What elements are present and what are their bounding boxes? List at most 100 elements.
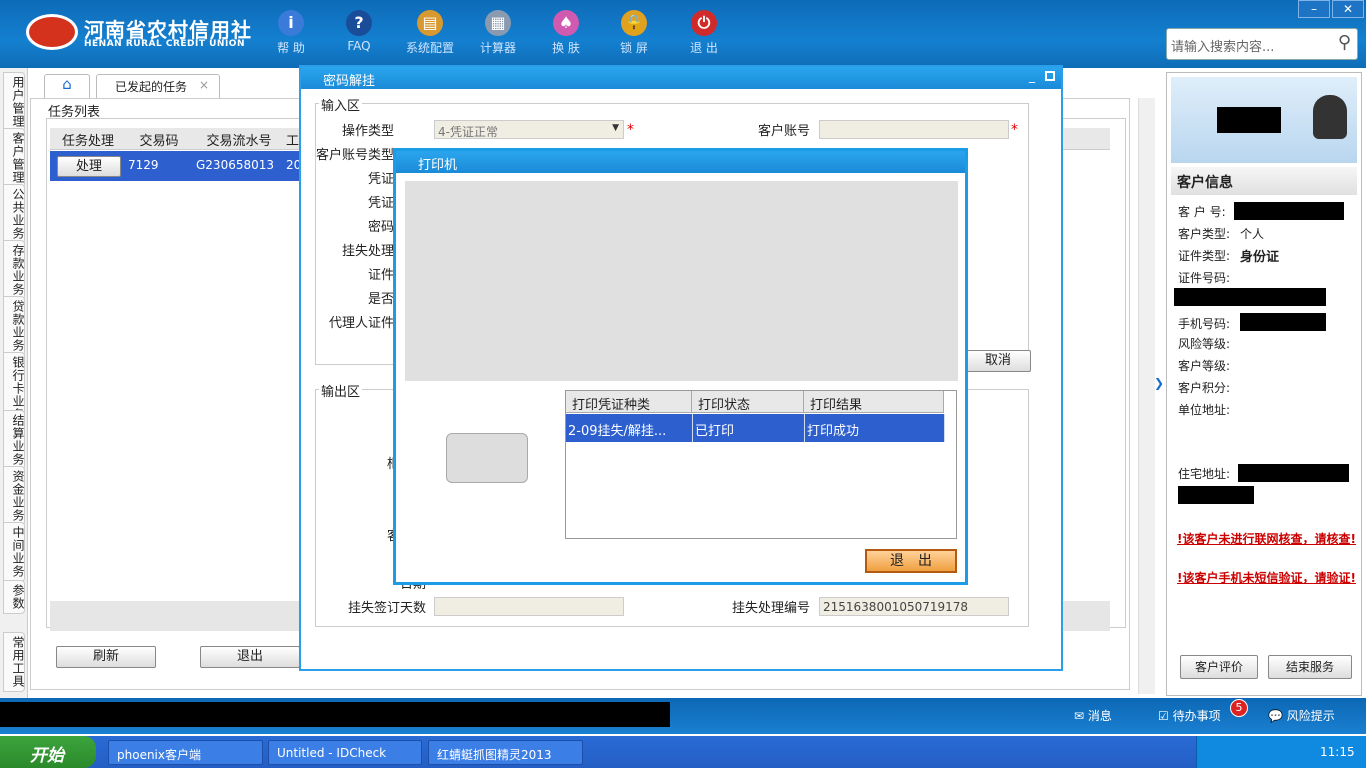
col-header: 打印凭证种类 — [566, 391, 692, 413]
field-label: 挂失处理 — [341, 244, 394, 258]
exit-button[interactable]: 退出 — [200, 646, 300, 668]
print-result-cell[interactable]: 打印成功 — [805, 414, 945, 442]
toolbar-label: 退 出 — [690, 41, 718, 55]
redacted-status — [0, 702, 670, 727]
print-status-cell[interactable]: 已打印 — [693, 414, 805, 442]
op-type-select[interactable]: 4-凭证正常 ▼ — [434, 120, 624, 139]
col-header: 交易流水号 — [206, 134, 272, 149]
message-label: 消息 — [1087, 709, 1112, 723]
expand-panel-icon[interactable]: ❯ — [1154, 376, 1164, 390]
todo-button[interactable]: ☑ 待办事项 — [1158, 707, 1221, 724]
redacted-addr-1 — [1238, 464, 1349, 482]
print-type-cell[interactable]: 2-09挂失/解挂... — [566, 414, 693, 442]
toolbar-button[interactable]: ▦ 计算器 — [464, 6, 532, 62]
taskbar-item-capture[interactable]: 红蜻蜓抓图精灵2013 — [428, 740, 583, 765]
loss-days-input[interactable] — [434, 597, 624, 616]
search-icon[interactable]: ⚲ — [1338, 32, 1351, 53]
redacted-addr-2 — [1178, 486, 1254, 504]
home-tab[interactable]: ⌂ — [44, 74, 90, 98]
toolbar-label: 锁 屏 — [620, 41, 648, 55]
risk-button[interactable]: 💬 风险提示 — [1268, 707, 1335, 724]
todo-count-badge: 5 — [1230, 699, 1248, 717]
printer-titlebar[interactable]: 打印机 — [396, 151, 965, 173]
row-serial: G230658013 — [196, 158, 275, 172]
taskbar-item-label: 红蜻蜓抓图精灵2013 — [437, 748, 552, 762]
customer-panel: 客户信息 客 户 号: 客户类型: 个人 证件类型: 身份证 证件号码: 手机号… — [1166, 72, 1362, 696]
refresh-button[interactable]: 刷新 — [56, 646, 156, 668]
avatar — [1313, 95, 1347, 139]
redacted-name — [1217, 107, 1281, 133]
envelope-icon: ✉ — [1074, 709, 1085, 723]
left-nav-item[interactable]: 参数 — [3, 580, 25, 614]
col-header: 交易码 — [139, 134, 179, 149]
customer-eval-button[interactable]: 客户评价 — [1180, 655, 1258, 679]
field-label: 凭证 — [367, 196, 394, 210]
value-id-type: 身份证 — [1240, 250, 1280, 265]
op-type-value: 4-凭证正常 — [438, 125, 498, 139]
info-icon: i — [278, 10, 304, 36]
search-placeholder: 请输入搜索内容... — [1171, 40, 1275, 55]
toolbar-button[interactable]: ▤ 系统配置 — [396, 6, 464, 62]
printer-exit-button[interactable]: 退 出 — [865, 549, 957, 573]
left-nav-item[interactable]: 资金业务 — [3, 466, 25, 526]
value-cust-type: 个人 — [1240, 227, 1265, 241]
start-button[interactable]: 开始 — [0, 736, 96, 768]
main-scrollbar[interactable] — [1138, 98, 1155, 694]
left-nav-item[interactable]: 公共业务 — [3, 184, 25, 244]
message-button[interactable]: ✉ 消息 — [1074, 707, 1112, 724]
left-nav-item[interactable]: 用户管理 — [3, 72, 25, 132]
cancel-button[interactable]: 取消 — [965, 350, 1031, 372]
toolbar-button[interactable]: 🔒 锁 屏 — [600, 6, 668, 62]
home-icon: ⌂ — [62, 75, 72, 93]
toolbar-button[interactable]: ⏻ 退 出 — [670, 6, 738, 62]
field-label: 代理人证件 — [328, 316, 394, 330]
warn-sms-verify[interactable]: !该客户手机未短信验证，请验证! — [1177, 569, 1357, 587]
toolbar-button[interactable]: ? FAQ — [325, 6, 393, 62]
redacted-phone — [1240, 313, 1326, 331]
dialog-maximize-icon[interactable] — [1045, 71, 1055, 81]
tab-initiated-tasks[interactable]: 已发起的任务 × — [96, 74, 220, 98]
label-level: 客户等级: — [1178, 359, 1231, 373]
label-work-addr: 单位地址: — [1178, 403, 1231, 417]
power-icon: ⏻ — [691, 10, 717, 36]
left-nav-item[interactable]: 客户管理 — [3, 128, 25, 188]
toolbar-button[interactable]: i 帮 助 — [257, 6, 325, 62]
left-nav-item[interactable]: 存款业务 — [3, 240, 25, 300]
label-cust-type: 客户类型: — [1178, 227, 1231, 241]
faq-icon: ? — [346, 10, 372, 36]
left-nav-item[interactable]: 结算业务 — [3, 410, 25, 470]
end-service-button[interactable]: 结束服务 — [1268, 655, 1352, 679]
toolbar-label: 计算器 — [479, 41, 516, 55]
dialog-titlebar[interactable]: 密码解挂 — [301, 67, 1061, 89]
toolbar-label: 帮 助 — [277, 41, 305, 55]
taskbar-item-phoenix[interactable]: phoenix客户端 — [108, 740, 263, 765]
tab-label: 已发起的任务 — [115, 80, 188, 94]
field-label: 是否 — [367, 292, 394, 306]
tab-close-icon[interactable]: × — [199, 78, 209, 92]
search-input[interactable]: 请输入搜索内容... ⚲ — [1166, 28, 1358, 60]
process-button[interactable]: 处理 — [57, 156, 121, 177]
print-result-table: 打印凭证种类 打印状态 打印结果 2-09挂失/解挂... 已打印 打印成功 — [565, 390, 957, 539]
input-section-title: 输入区 — [319, 95, 363, 114]
taskbar-item-label: phoenix客户端 — [117, 748, 201, 762]
taskbar-item-idcheck[interactable]: Untitled - IDCheck — [268, 740, 422, 765]
account-input[interactable] — [819, 120, 1009, 139]
minimize-icon[interactable]: – — [1298, 0, 1330, 18]
close-icon[interactable]: ✕ — [1332, 0, 1364, 18]
left-nav-item[interactable]: 中间业务 — [3, 522, 25, 582]
risk-label: 风险提示 — [1286, 709, 1335, 723]
field-label: 客户账号类型 — [315, 148, 394, 162]
toolbar-label: 系统配置 — [405, 41, 454, 55]
col-header: 打印结果 — [804, 391, 944, 413]
shirt-icon: ♠ — [553, 10, 579, 36]
brand-name-en: HENAN RURAL CREDIT UNION — [84, 39, 245, 49]
dialog-minimize-icon[interactable]: _ — [1029, 69, 1035, 83]
label-risk: 风险等级: — [1178, 337, 1231, 351]
loss-no-input[interactable]: 2151638001050719178 — [819, 597, 1009, 616]
left-nav-item[interactable]: 贷款业务 — [3, 296, 25, 356]
warn-network-check[interactable]: !该客户未进行联网核查，请核查! — [1177, 530, 1357, 548]
toolbar-button[interactable]: ♠ 换 肤 — [532, 6, 600, 62]
todo-label: 待办事项 — [1172, 709, 1221, 723]
field-label: 密码 — [367, 220, 394, 234]
left-nav-item[interactable]: 常用工具 — [3, 632, 25, 692]
